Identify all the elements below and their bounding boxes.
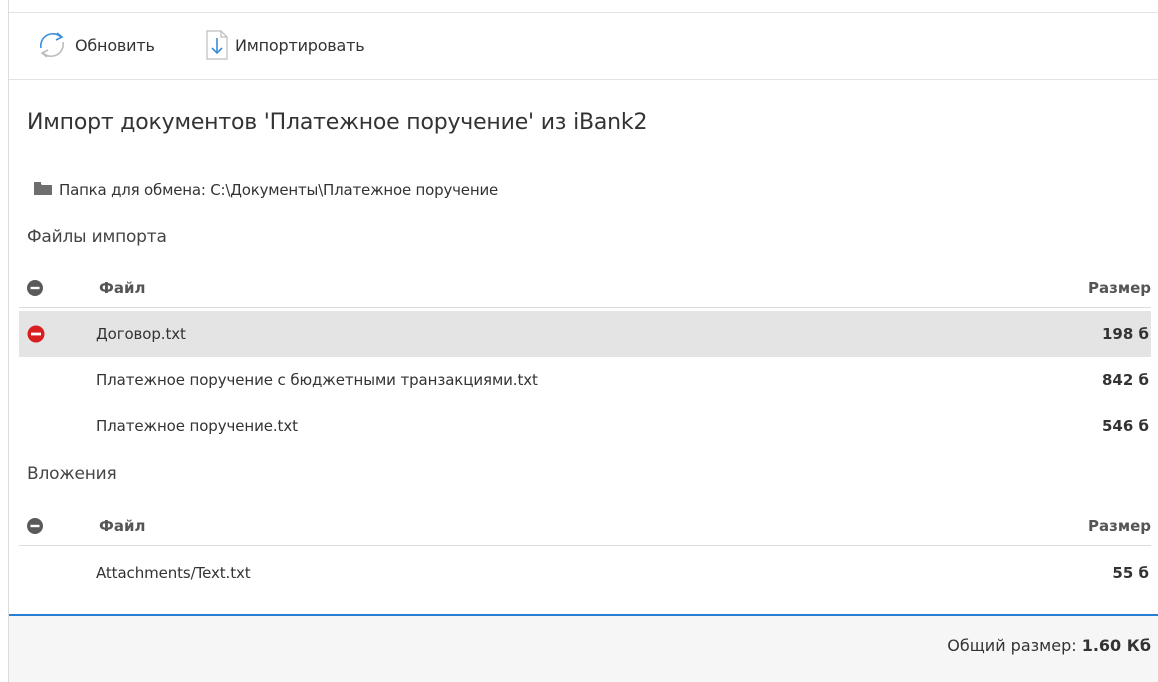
file-name: Платежное поручение с бюджетными транзак…: [96, 371, 538, 389]
import-label: Импортировать: [235, 35, 365, 55]
exchange-folder: Папка для обмена: C:\Документы\Платежное…: [33, 180, 498, 200]
footer-summary: Общий размер: 1.60 Кб: [9, 614, 1158, 682]
toolbar-top-divider: [9, 12, 1158, 13]
remove-circle-icon[interactable]: [27, 325, 45, 343]
toolbar: Обновить Импортировать: [9, 0, 1158, 96]
import-panel: Обновить Импортировать Импорт документов…: [8, 0, 1158, 682]
table-row[interactable]: Платежное поручение.txt 546 б: [19, 403, 1151, 449]
import-file-icon: [205, 28, 229, 62]
file-size: 55 б: [1112, 564, 1149, 582]
toolbar-bottom-divider: [9, 79, 1158, 80]
file-name: Договор.txt: [96, 325, 186, 343]
folder-path: Папка для обмена: C:\Документы\Платежное…: [59, 181, 499, 199]
file-size: 546 б: [1101, 417, 1149, 435]
column-header-file[interactable]: Файл: [99, 517, 146, 535]
file-name: Платежное поручение.txt: [96, 417, 298, 435]
table-row[interactable]: Attachments/Text.txt 55 б: [19, 550, 1151, 596]
table-row[interactable]: Договор.txt 198 б: [19, 311, 1151, 357]
column-header-size[interactable]: Размер: [1088, 517, 1151, 535]
page-title: Импорт документов 'Платежное поручение' …: [27, 110, 648, 135]
minus-circle-icon[interactable]: [27, 280, 43, 296]
file-size: 198 б: [1101, 325, 1149, 343]
import-files-title: Файлы импорта: [27, 227, 167, 247]
column-header-size[interactable]: Размер: [1088, 279, 1151, 297]
refresh-icon: [35, 28, 69, 62]
file-name: Attachments/Text.txt: [96, 564, 251, 582]
folder-icon: [33, 180, 59, 200]
attachments-header: Файл Размер: [19, 506, 1151, 546]
minus-circle-icon[interactable]: [27, 518, 43, 534]
column-header-file[interactable]: Файл: [99, 279, 146, 297]
file-size: 842 б: [1101, 371, 1149, 389]
total-size: Общий размер: 1.60 Кб: [947, 636, 1151, 655]
attachments-title: Вложения: [27, 464, 117, 484]
total-size-label: Общий размер:: [947, 636, 1082, 655]
import-files-header: Файл Размер: [19, 268, 1151, 308]
refresh-button[interactable]: Обновить: [35, 24, 155, 66]
import-button[interactable]: Импортировать: [205, 24, 365, 66]
refresh-label: Обновить: [75, 35, 155, 55]
table-row[interactable]: Платежное поручение с бюджетными транзак…: [19, 357, 1151, 403]
total-size-value: 1.60 Кб: [1081, 636, 1151, 655]
